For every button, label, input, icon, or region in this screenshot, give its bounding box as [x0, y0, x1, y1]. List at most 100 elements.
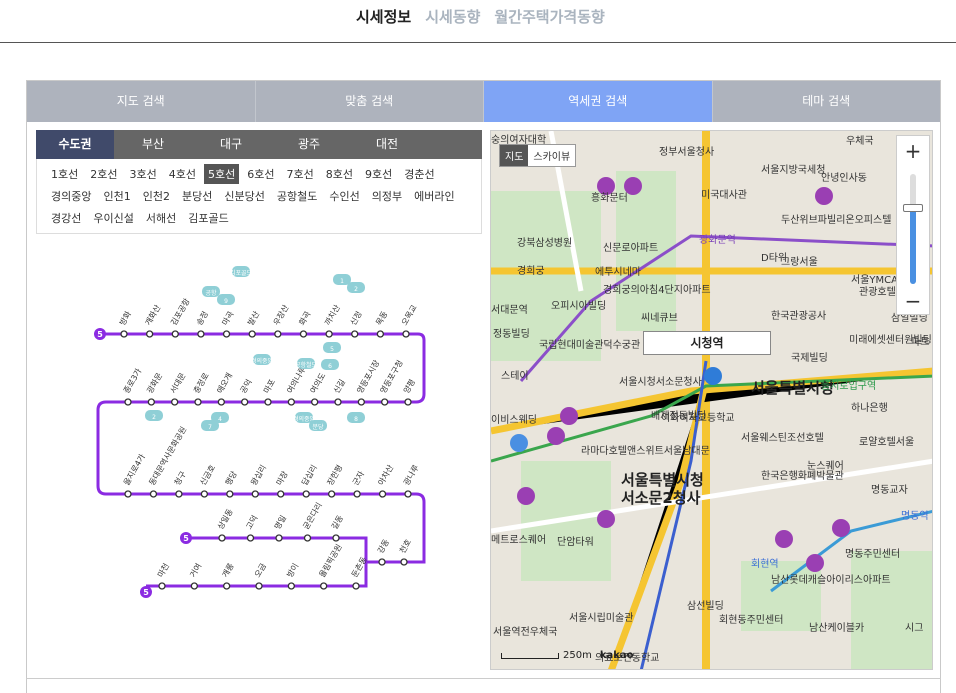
nav-link-price-info[interactable]: 시세정보	[356, 6, 411, 27]
station-dot	[145, 330, 154, 338]
region-tab-busan[interactable]: 부산	[114, 130, 192, 159]
line-badge-label: 5	[183, 534, 189, 543]
station-dot	[223, 582, 231, 590]
zoom-control: + −	[896, 135, 930, 315]
line-chip[interactable]: 수인선	[325, 186, 363, 206]
region-tab-daejeon[interactable]: 대전	[348, 130, 426, 159]
station-label: 마곡	[220, 310, 235, 327]
line-chip[interactable]: 인천2	[139, 186, 174, 206]
station-label: 서대문	[169, 371, 188, 395]
line-chip[interactable]: 의정부	[368, 186, 406, 206]
station-dot	[197, 330, 205, 338]
line-chip[interactable]: 공항철도	[273, 186, 321, 206]
station-label: 개화산	[143, 302, 163, 327]
map-scale: 250m kakao	[501, 650, 634, 661]
line-chip[interactable]: 분당선	[178, 186, 216, 206]
map-place-label: 명동역	[901, 511, 929, 522]
station-label: 왕십리	[249, 463, 268, 487]
station-label: 길동	[330, 514, 345, 531]
region-tab-gwangju[interactable]: 광주	[270, 130, 348, 159]
line-chip[interactable]: 경강선	[47, 208, 85, 228]
station-label: 우장산	[271, 302, 291, 327]
station-dot	[246, 534, 255, 542]
map-place-label: 흥화문터	[591, 193, 628, 204]
line-chip[interactable]: 인천1	[99, 186, 134, 206]
station-label: 목동	[374, 310, 389, 327]
map-place-label: 경희궁	[517, 266, 545, 277]
station-label: 을지로4가	[122, 452, 147, 487]
line-chip[interactable]: 서해선	[142, 208, 180, 228]
map-view-toggle[interactable]: 지도 스카이뷰	[499, 144, 577, 167]
station-dot	[378, 490, 387, 498]
tab-custom-search[interactable]: 맞춤 검색	[255, 81, 484, 122]
station-label: 천호	[397, 537, 413, 555]
line-chip[interactable]: 4호선	[165, 164, 200, 184]
line-chip[interactable]: 우이신설	[89, 208, 137, 228]
line-chip[interactable]: 5호선	[204, 164, 240, 184]
map-place-label: 하나은행	[851, 403, 888, 414]
line-chip[interactable]: 2호선	[86, 164, 121, 184]
line-chip[interactable]: 김포골드	[184, 208, 232, 228]
map-place-label: 정동빌딩	[493, 329, 530, 340]
map-place-label: 이비스웨딩	[491, 415, 537, 426]
nav-link-monthly-housing[interactable]: 월간주택가격동향	[494, 6, 604, 27]
scale-bar	[501, 652, 559, 659]
station-dot	[404, 490, 412, 498]
station-dot	[402, 330, 410, 338]
station-label: 청구	[173, 470, 188, 487]
station-dot	[381, 398, 389, 406]
line-chip[interactable]: 경춘선	[400, 164, 438, 184]
tab-theme-search[interactable]: 테마 검색	[712, 81, 940, 122]
station-dot	[149, 490, 158, 498]
zoom-in-button[interactable]: +	[897, 138, 929, 164]
line-chip[interactable]: 경의중앙	[47, 186, 95, 206]
region-tabs: 수도권 부산 대구 광주 대전	[36, 130, 482, 159]
station-label: 양평	[401, 377, 417, 395]
line-chip[interactable]: 8호선	[322, 164, 357, 184]
station-dot	[274, 330, 282, 338]
line-chip[interactable]: 9호선	[361, 164, 396, 184]
tab-map-search[interactable]: 지도 검색	[27, 81, 256, 122]
map-place-label: 서울역전우체국	[493, 627, 558, 638]
station-label: 마천	[155, 561, 171, 579]
line-chip[interactable]: 1호선	[47, 164, 82, 184]
station-dot	[299, 330, 308, 338]
line-row: 경의중앙 인천1 인천2 분당선 신분당선 공항철도 수인선 의정부 에버라인	[47, 185, 471, 207]
zoom-out-button[interactable]: −	[897, 288, 929, 314]
station-dot	[120, 330, 128, 338]
station-label: 송정	[194, 309, 210, 327]
station-label: 마장	[274, 469, 290, 487]
map-place-label: 스테이	[501, 371, 529, 382]
line-chip[interactable]: 에버라인	[410, 186, 458, 206]
map-place-label: 씨네큐브	[641, 313, 678, 324]
station-label: 군자	[351, 469, 366, 487]
map-place-label: 을지로입구역	[821, 381, 877, 392]
map-place-label: 명동주민센터	[845, 549, 901, 560]
station-map[interactable]: 지도 스카이뷰 + − 시청역 서울특별시청 서울특별시청 서소문2청사 정부서울청사…	[490, 130, 933, 670]
transfer-tag-label: 김포골드	[230, 270, 253, 277]
region-tab-daegu[interactable]: 대구	[192, 130, 270, 159]
map-place-label: 메트로스퀘어	[491, 535, 547, 546]
view-map-button[interactable]: 지도	[500, 145, 529, 166]
zoom-slider-handle[interactable]	[903, 204, 923, 212]
view-skyview-button[interactable]: 스카이뷰	[528, 145, 575, 166]
station-dot	[376, 330, 385, 338]
line-chip[interactable]: 신분당선	[220, 186, 268, 206]
station-callout: 시청역	[643, 331, 771, 355]
line-chip[interactable]: 3호선	[126, 164, 161, 184]
map-place-label: 국제빌딩	[791, 353, 828, 364]
line-chip[interactable]: 7호선	[283, 164, 318, 184]
map-place-label: 회현동주민센터	[719, 615, 784, 626]
station-dot	[226, 490, 234, 498]
station-label: 신정	[348, 309, 364, 327]
station-dot	[222, 330, 231, 338]
station-dot	[264, 398, 272, 406]
station-dot	[251, 490, 259, 498]
line-chip[interactable]: 6호선	[243, 164, 278, 184]
map-place-label: 회현역	[751, 559, 779, 570]
station-dot	[175, 490, 183, 498]
map-place-label: 오피시아빌딩	[551, 301, 607, 312]
nav-link-price-trend[interactable]: 시세동향	[425, 6, 480, 27]
tab-station-search[interactable]: 역세권 검색	[484, 81, 713, 122]
region-tab-capital[interactable]: 수도권	[36, 130, 114, 159]
